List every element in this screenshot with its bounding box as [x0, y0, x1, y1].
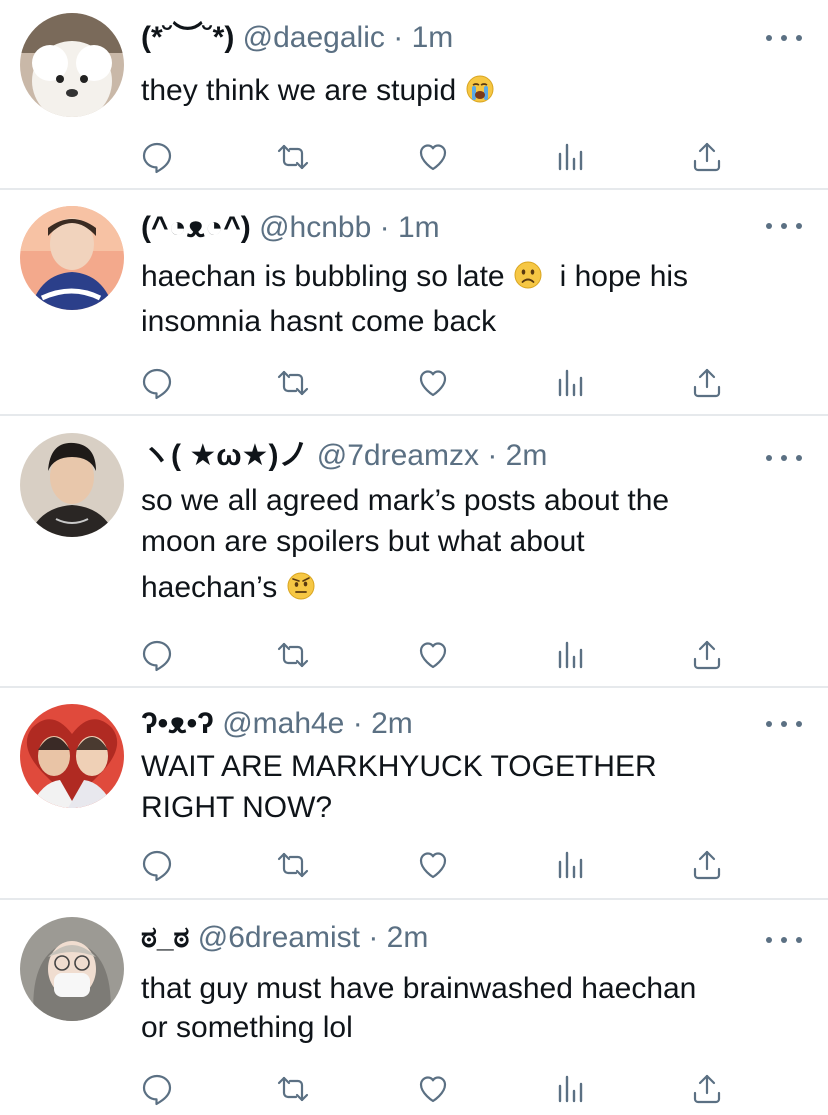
tweet-line: or something lol [141, 1011, 353, 1044]
tweet-header: (*˘︶˘*) @daegalic · 1m [141, 18, 768, 58]
reply-icon[interactable] [140, 1072, 174, 1106]
tweet-text: so we all agreed mark’s posts about the … [141, 480, 801, 608]
analytics-icon[interactable] [554, 1072, 588, 1106]
more-options-icon[interactable] [766, 930, 802, 950]
tweet-card[interactable]: ಠ_ಠ @6dreamist · 2m that guy must have b… [0, 900, 828, 1115]
analytics-icon[interactable] [554, 638, 588, 672]
like-icon[interactable] [416, 1072, 450, 1106]
separator: · [393, 21, 404, 54]
like-icon[interactable] [416, 638, 450, 672]
analytics-icon[interactable] [554, 366, 588, 400]
share-icon[interactable] [690, 848, 724, 882]
tweet-text: WAIT ARE MARKHYUCK TOGETHER RIGHT NOW? [141, 746, 801, 828]
handle[interactable]: @daegalic [243, 21, 385, 54]
separator: · [352, 707, 363, 740]
retweet-icon[interactable] [276, 638, 310, 672]
action-bar [0, 140, 828, 174]
separator: · [379, 211, 390, 244]
timestamp[interactable]: 1m [398, 211, 440, 244]
tweet-header: (^◔ᴥ◔^) @hcnbb · 1m [141, 208, 768, 248]
handle[interactable]: @6dreamist [198, 921, 360, 954]
display-name[interactable]: ಠ_ಠ [141, 921, 189, 954]
handle[interactable]: @7dreamzx [317, 439, 479, 472]
timestamp[interactable]: 2m [387, 921, 429, 954]
retweet-icon[interactable] [276, 848, 310, 882]
tweet-text: that guy must have brainwashed haechan o… [141, 968, 801, 1048]
share-icon[interactable] [690, 366, 724, 400]
tweet-line: i hope his [559, 260, 689, 293]
timestamp[interactable]: 1m [412, 21, 454, 54]
share-icon[interactable] [690, 140, 724, 174]
analytics-icon[interactable] [554, 140, 588, 174]
timestamp[interactable]: 2m [371, 707, 413, 740]
handle[interactable]: @mah4e [222, 707, 344, 740]
action-bar [0, 638, 828, 672]
like-icon[interactable] [416, 140, 450, 174]
handle[interactable]: @hcnbb [259, 211, 371, 244]
tweet-card[interactable]: (^◔ᴥ◔^) @hcnbb · 1m haechan is bubbling … [0, 190, 828, 414]
more-options-icon[interactable] [766, 28, 802, 48]
tweet-header: ヽ( ★ω★)ノ @7dreamzx · 2m [141, 436, 768, 476]
tweet-line: moon are spoilers but what about [141, 525, 585, 558]
tweet-line: RIGHT NOW? [141, 791, 333, 824]
avatar[interactable] [20, 206, 124, 310]
timestamp[interactable]: 2m [506, 439, 548, 472]
tweet-card[interactable]: (*˘︶˘*) @daegalic · 1m they think we are… [0, 0, 828, 188]
tweet-text: haechan is bubbling so late i hope his i… [141, 256, 801, 342]
separator: · [368, 921, 379, 954]
display-name[interactable]: ヽ( ★ω★)ノ [141, 439, 308, 472]
display-name[interactable]: (^◔ᴥ◔^) [141, 211, 251, 244]
reply-icon[interactable] [140, 140, 174, 174]
tweet-text: they think we are stupid [141, 70, 801, 111]
face-with-raised-eyebrow-emoji [286, 571, 316, 601]
slightly-frowning-face-emoji [513, 260, 543, 290]
action-bar [0, 1072, 828, 1106]
reply-icon[interactable] [140, 638, 174, 672]
tweet-line: haechan’s [141, 571, 278, 604]
more-options-icon[interactable] [766, 216, 802, 236]
tweet-line: WAIT ARE MARKHYUCK TOGETHER [141, 750, 657, 783]
retweet-icon[interactable] [276, 1072, 310, 1106]
tweet-line: haechan is bubbling so late [141, 260, 505, 293]
like-icon[interactable] [416, 848, 450, 882]
more-options-icon[interactable] [766, 448, 802, 468]
retweet-icon[interactable] [276, 140, 310, 174]
tweet-header: ಠ_ಠ @6dreamist · 2m [141, 918, 768, 958]
display-name[interactable]: (*˘︶˘*) [141, 21, 234, 54]
tweet-line: so we all agreed mark’s posts about the [141, 484, 670, 517]
avatar[interactable] [20, 433, 124, 537]
tweet-line: that guy must have brainwashed haechan [141, 972, 697, 1005]
loudly-crying-face-emoji [465, 74, 495, 104]
like-icon[interactable] [416, 366, 450, 400]
separator: · [487, 439, 498, 472]
more-options-icon[interactable] [766, 714, 802, 734]
retweet-icon[interactable] [276, 366, 310, 400]
avatar[interactable] [20, 13, 124, 117]
timeline-feed: (*˘︶˘*) @daegalic · 1m they think we are… [0, 0, 828, 1115]
reply-icon[interactable] [140, 366, 174, 400]
share-icon[interactable] [690, 1072, 724, 1106]
action-bar [0, 848, 828, 882]
reply-icon[interactable] [140, 848, 174, 882]
tweet-header: ʔ•ᴥ•ʔ @mah4e · 2m [141, 704, 768, 744]
display-name[interactable]: ʔ•ᴥ•ʔ [141, 707, 214, 740]
action-bar [0, 366, 828, 400]
tweet-line: insomnia hasnt come back [141, 305, 497, 338]
tweet-card[interactable]: ヽ( ★ω★)ノ @7dreamzx · 2m so we all agreed… [0, 416, 828, 686]
tweet-line: they think we are stupid [141, 74, 457, 107]
avatar[interactable] [20, 917, 124, 1021]
avatar[interactable] [20, 704, 124, 808]
analytics-icon[interactable] [554, 848, 588, 882]
share-icon[interactable] [690, 638, 724, 672]
tweet-card[interactable]: ʔ•ᴥ•ʔ @mah4e · 2m WAIT ARE MARKHYUCK TOG… [0, 688, 828, 898]
